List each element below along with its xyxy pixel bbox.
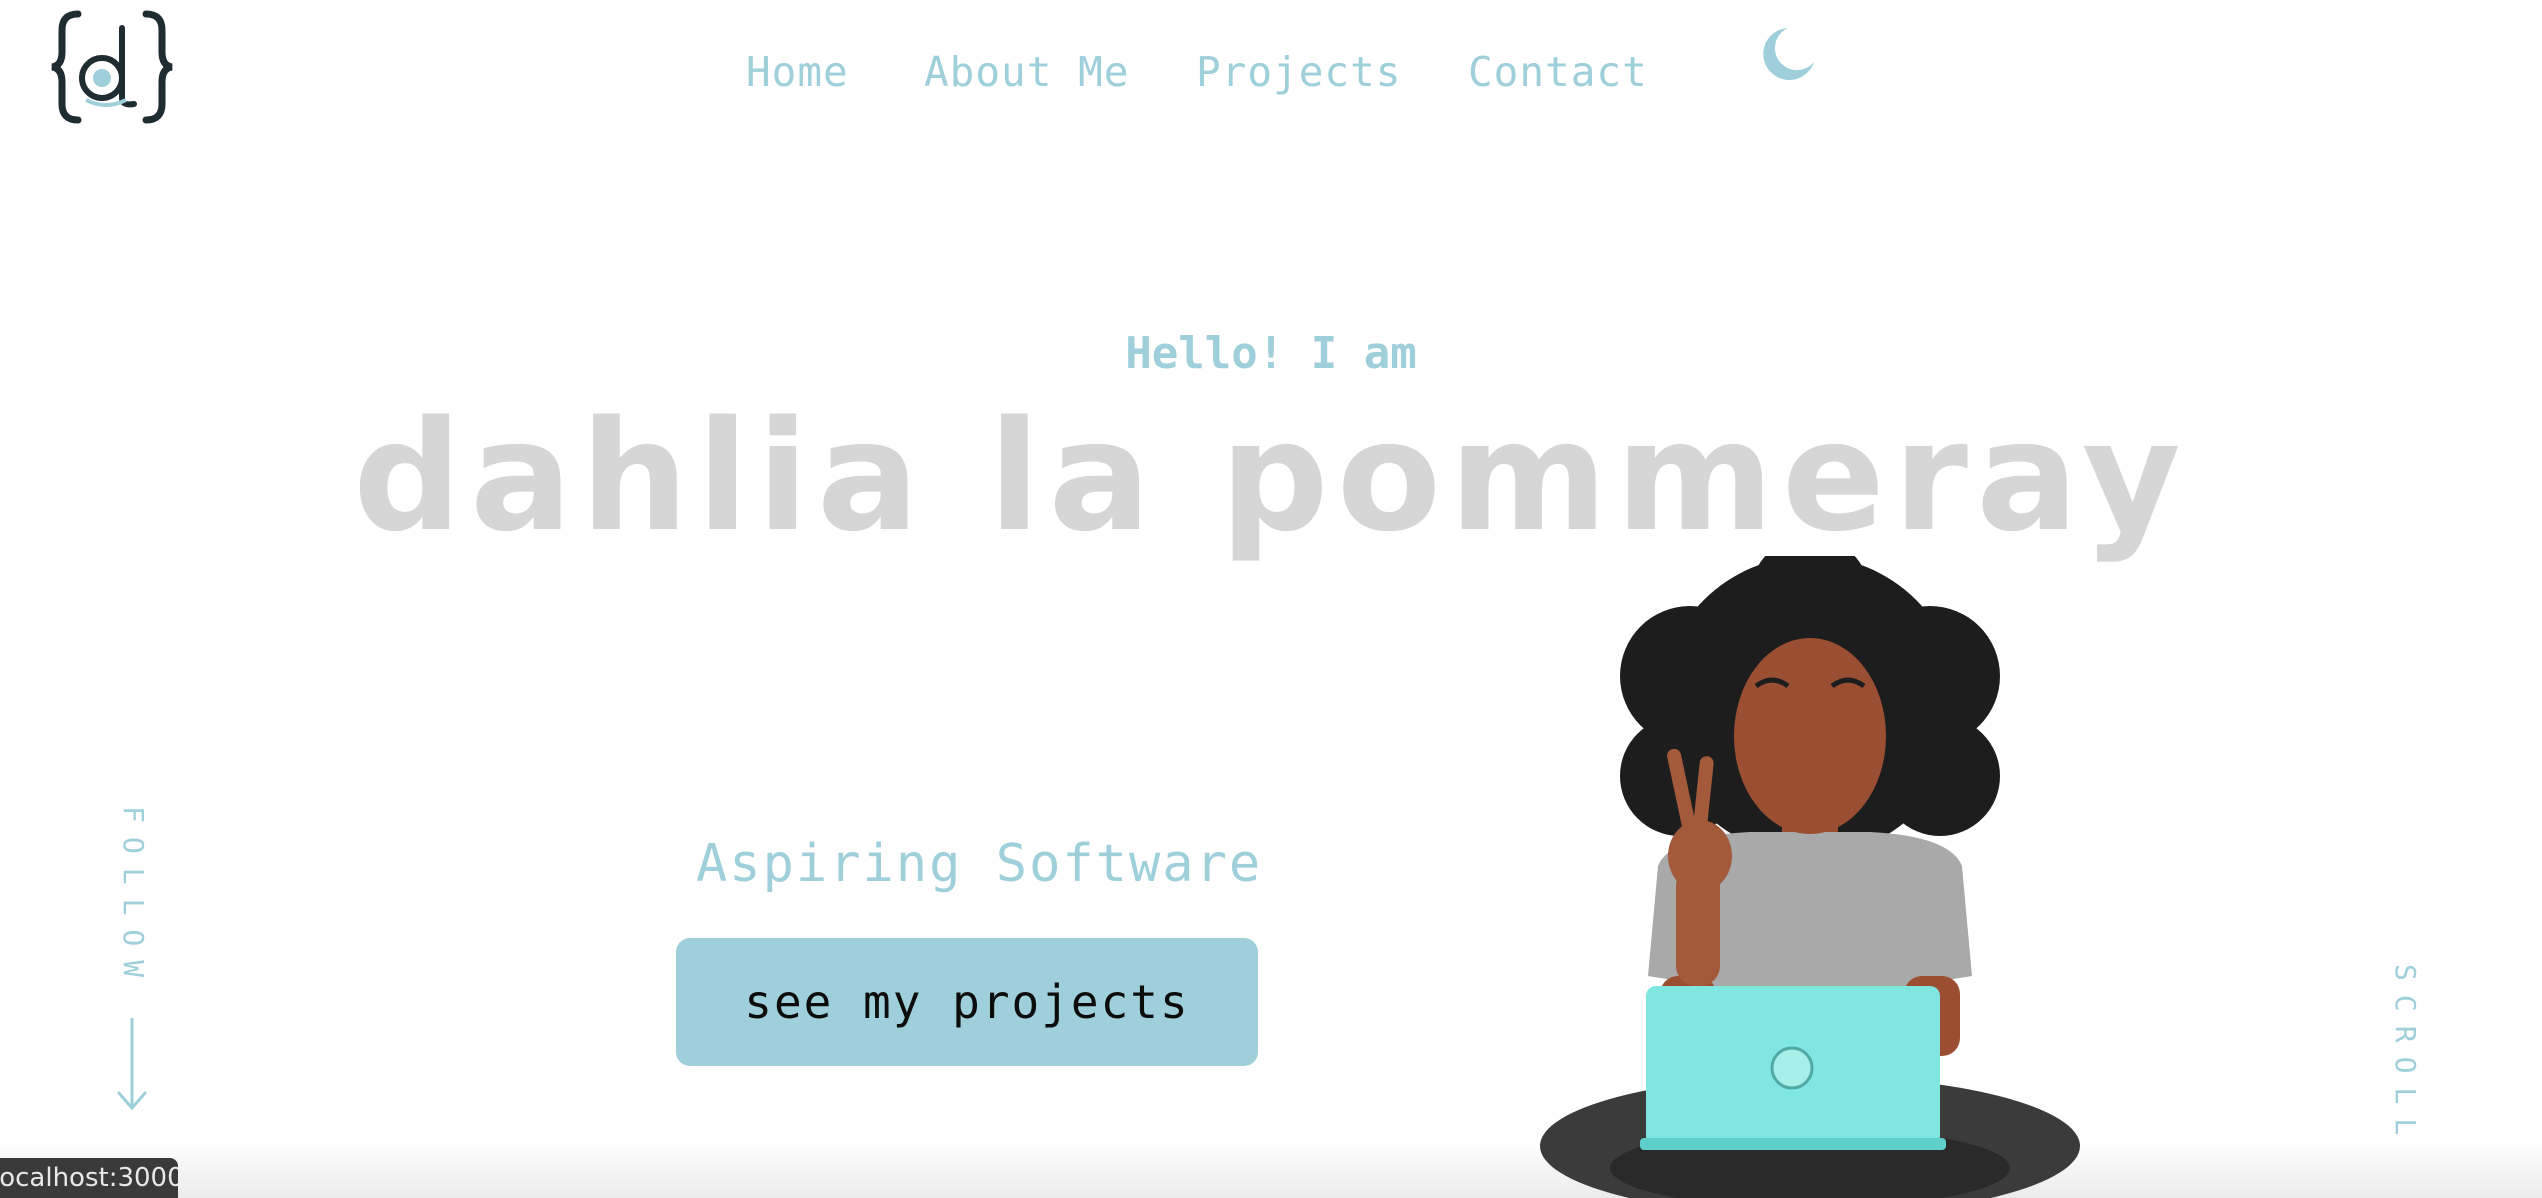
- see-projects-button[interactable]: see my projects: [676, 938, 1258, 1066]
- greeting-text: Hello! I am: [1125, 328, 1417, 379]
- hero-tagline: Aspiring Software: [696, 834, 1263, 894]
- nav-projects[interactable]: Projects: [1196, 48, 1401, 96]
- follow-label[interactable]: FOLLOW: [110, 806, 150, 1006]
- nav-contact[interactable]: Contact: [1468, 48, 1648, 96]
- moon-icon[interactable]: [1758, 24, 1818, 84]
- avatar-illustration: [1540, 556, 2080, 1198]
- arrow-down-icon: [116, 1018, 148, 1111]
- bottom-shadow: [0, 1140, 2542, 1198]
- nav-home[interactable]: Home: [746, 48, 849, 96]
- hero-name: dahlia la pommeray: [353, 388, 2189, 565]
- nav-about-me[interactable]: About Me: [924, 48, 1129, 96]
- main-nav: Home About Me Projects Contact: [0, 40, 2542, 110]
- scroll-label[interactable]: SCROLL: [2382, 964, 2422, 1184]
- status-bar-url: localhost:3000: [0, 1158, 178, 1198]
